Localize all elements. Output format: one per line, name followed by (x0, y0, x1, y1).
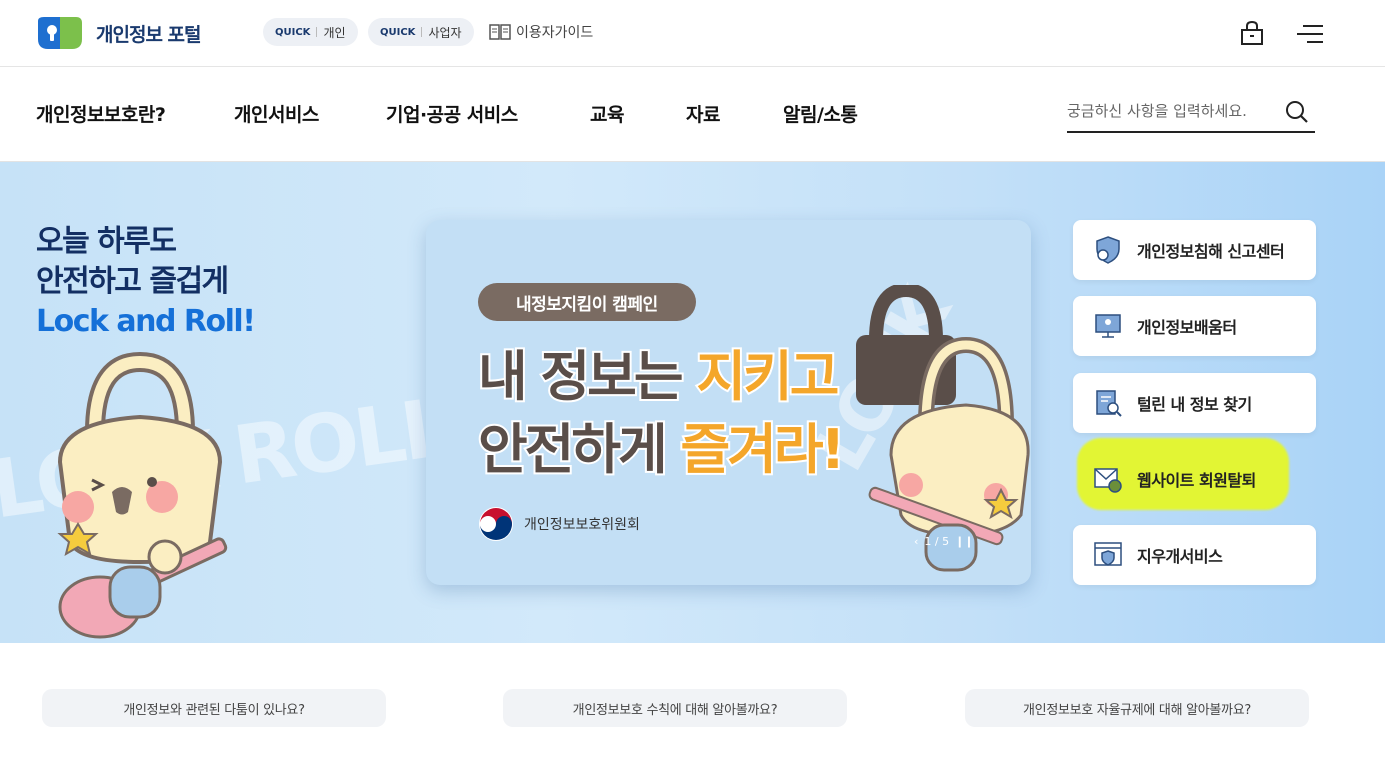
monitor-person-icon (1095, 314, 1121, 338)
quick-tag: QUICK (275, 26, 311, 38)
campaign-pill: 내정보지킴이 캠페인 (478, 283, 696, 321)
logo-icon (38, 17, 82, 49)
quick-link-label: 지우개서비스 (1137, 547, 1223, 566)
quick-business-button[interactable]: QUICK 사업자 (368, 18, 474, 46)
nav-item-notice[interactable]: 알림/소통 (783, 100, 858, 127)
document-search-icon (1096, 390, 1122, 417)
user-guide-label: 이용자가이드 (516, 25, 594, 41)
organization-logo: 개인정보보호위원회 (478, 506, 640, 542)
organization-name: 개인정보보호위원회 (524, 517, 640, 533)
hero-line-2: 안전하고 즐겁게 (36, 264, 229, 299)
eraser-service-button[interactable]: 지우개서비스 (1073, 525, 1316, 585)
nav-item-resources[interactable]: 자료 (686, 100, 720, 127)
banner-text: 내 정보는 (476, 343, 697, 410)
quick-link-label: 웹사이트 회원탈퇴 (1137, 471, 1256, 490)
faq-rules-button[interactable]: 개인정보보호 수칙에 대해 알아볼까요? (503, 689, 847, 727)
banner-highlight-text: 즐겨라! (679, 416, 848, 483)
quick-business-label: 사업자 (428, 25, 462, 40)
hero-headline: 오늘 하루도 안전하고 즐겁게 Lock and Roll! (36, 222, 256, 342)
website-withdrawal-button[interactable]: 웹사이트 회원탈퇴 (1073, 449, 1316, 509)
campaign-banner[interactable]: LOCK 내정보지킴이 캠페인 내 정보는 지키고 안전하게 즐겨라! 개인정보… (426, 220, 1031, 585)
site-logo[interactable]: 개인정보 포털 (36, 17, 201, 49)
search-box (1067, 93, 1315, 133)
prev-arrow-icon[interactable]: ‹ (914, 535, 918, 548)
quick-personal-button[interactable]: QUICK 개인 (263, 18, 358, 46)
divider (421, 27, 423, 37)
taegeuk-icon (479, 507, 513, 541)
banner-headline-line-1: 내 정보는 지키고 (476, 332, 841, 411)
banner-pager[interactable]: ‹ 1 / 5 ❙❙ (914, 535, 974, 548)
top-bar: 개인정보 포털 QUICK 개인 QUICK 사업자 이용자가이드 (0, 0, 1385, 67)
faq-self-regulation-button[interactable]: 개인정보보호 자율규제에 대해 알아볼까요? (965, 689, 1309, 727)
leaked-info-search-button[interactable]: 털린 내 정보 찾기 (1073, 373, 1316, 433)
quick-link-label: 개인정보배움터 (1137, 318, 1237, 337)
banner-highlight-text: 지키고 (694, 343, 841, 410)
shield-person-icon (1096, 236, 1120, 264)
nav-item-about[interactable]: 개인정보보호란? (36, 100, 166, 127)
hero-section: LOCK ROLL 오늘 하루도 안전하고 즐겁게 Lock and Roll!… (0, 162, 1385, 643)
search-icon[interactable] (1285, 100, 1309, 124)
quick-link-label: 털린 내 정보 찾기 (1137, 395, 1252, 414)
book-icon (489, 24, 511, 40)
menu-icon[interactable] (1297, 24, 1323, 44)
divider (316, 27, 318, 37)
nav-item-education[interactable]: 교육 (590, 100, 624, 127)
mail-lock-icon (1094, 468, 1122, 493)
nav-item-personal-service[interactable]: 개인서비스 (234, 100, 319, 127)
lock-icon[interactable] (1240, 20, 1264, 46)
quick-tag: QUICK (380, 26, 416, 38)
faq-dispute-button[interactable]: 개인정보와 관련된 다툼이 있나요? (42, 689, 386, 727)
banner-headline-line-2: 안전하게 즐겨라! (476, 405, 848, 484)
user-guide-link[interactable]: 이용자가이드 (489, 22, 593, 42)
report-center-button[interactable]: 개인정보침해 신고센터 (1073, 220, 1316, 280)
search-input[interactable] (1067, 93, 1267, 129)
pause-icon[interactable]: ❙❙ (955, 535, 973, 548)
education-center-button[interactable]: 개인정보배움터 (1073, 296, 1316, 356)
quick-link-label: 개인정보침해 신고센터 (1137, 242, 1285, 261)
banner-text: 안전하게 (476, 416, 681, 483)
hero-line-3: Lock and Roll! (36, 304, 256, 339)
lock-mascot-illustration (856, 285, 1030, 572)
hero-line-1: 오늘 하루도 (36, 224, 177, 259)
lock-mascot-illustration (57, 352, 228, 639)
nav-item-business-service[interactable]: 기업·공공 서비스 (386, 100, 518, 127)
quick-personal-label: 개인 (323, 25, 346, 40)
browser-shield-icon (1094, 542, 1122, 566)
pager-count: 1 / 5 (924, 535, 950, 548)
logo-text: 개인정보 포털 (96, 23, 201, 46)
main-nav: 개인정보보호란? 개인서비스 기업·공공 서비스 교육 자료 알림/소통 (0, 67, 1385, 162)
